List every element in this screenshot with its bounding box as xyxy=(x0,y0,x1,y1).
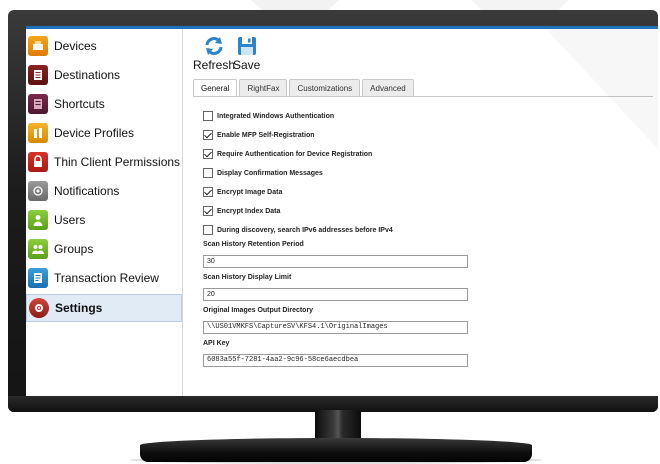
sidebar-item-label: Thin Client Permissions xyxy=(54,155,181,169)
tab-customizations[interactable]: Customizations xyxy=(289,79,361,97)
checkbox-label: Require Authentication for Device Regist… xyxy=(217,150,373,158)
sidebar-item-notifications[interactable]: Notifications xyxy=(26,178,182,204)
refresh-icon xyxy=(205,37,223,55)
scan-history-retention-input[interactable]: 30 xyxy=(203,255,468,268)
sidebar-item-device-profiles[interactable]: Device Profiles xyxy=(26,120,182,146)
sidebar-item-label: Groups xyxy=(54,242,94,256)
tab-divider xyxy=(193,96,653,97)
checkbox-label: Enable MFP Self-Registration xyxy=(217,131,315,139)
checkbox-label: Encrypt Image Data xyxy=(217,188,283,196)
devices-icon xyxy=(28,36,48,56)
refresh-label: Refresh xyxy=(193,58,236,72)
checkbox-row: Display Confirmation Messages xyxy=(203,168,323,178)
sidebar-item-label: Devices xyxy=(54,39,97,53)
settings-tabs: General RightFax Customizations Advanced xyxy=(193,79,416,97)
integrated-windows-auth-checkbox[interactable] xyxy=(203,111,213,121)
sidebar-item-label: Users xyxy=(54,213,86,227)
checkbox-row: Enable MFP Self-Registration xyxy=(203,130,315,140)
scan-history-display-limit-input[interactable]: 20 xyxy=(203,288,468,301)
checkbox-row: Encrypt Index Data xyxy=(203,206,280,216)
require-auth-device-registration-checkbox[interactable] xyxy=(203,149,213,159)
destinations-icon xyxy=(28,65,48,85)
ipv6-discovery-checkbox[interactable] xyxy=(203,225,213,235)
save-label: Save xyxy=(233,58,261,72)
transaction-review-icon xyxy=(28,268,48,288)
sidebar-item-label: Destinations xyxy=(54,68,121,82)
sidebar-item-shortcuts[interactable]: Shortcuts xyxy=(26,91,182,117)
sidebar-item-groups[interactable]: Groups xyxy=(26,236,182,262)
sidebar-item-transaction-review[interactable]: Transaction Review xyxy=(26,265,182,291)
groups-icon xyxy=(28,239,48,259)
shortcuts-icon xyxy=(28,94,48,114)
users-icon xyxy=(28,210,48,230)
monitor-frame: Devices Destinations Shortcuts Device Pr… xyxy=(8,10,658,412)
checkbox-row: Encrypt Image Data xyxy=(203,187,282,197)
monitor-stand-base xyxy=(140,438,532,462)
sidebar-item-label: Settings xyxy=(55,301,103,315)
tab-general[interactable]: General xyxy=(193,79,238,97)
checkbox-row: During discovery, search IPv6 addresses … xyxy=(203,225,393,235)
display-confirmation-messages-checkbox[interactable] xyxy=(203,168,213,178)
sidebar: Devices Destinations Shortcuts Device Pr… xyxy=(26,29,183,399)
original-images-output-directory-input[interactable]: \\US01VMKFS\CaptureSV\KFS4.1\OriginalIma… xyxy=(203,321,468,334)
encrypt-image-data-checkbox[interactable] xyxy=(203,187,213,197)
checkbox-label: Display Confirmation Messages xyxy=(217,169,323,177)
sidebar-item-devices[interactable]: Devices xyxy=(26,33,182,59)
checkbox-row: Integrated Windows Authentication xyxy=(203,111,334,121)
app-window: Devices Destinations Shortcuts Device Pr… xyxy=(26,26,658,399)
checkbox-label: Integrated Windows Authentication xyxy=(217,112,335,120)
save-icon xyxy=(237,37,256,55)
sidebar-item-destinations[interactable]: Destinations xyxy=(26,62,182,88)
scan-history-retention-label: Scan History Retention Period xyxy=(203,241,304,248)
api-key-label: API Key xyxy=(203,340,230,347)
settings-panel: Refresh Save General RightFax Customizat… xyxy=(183,29,658,399)
sidebar-item-users[interactable]: Users xyxy=(26,207,182,233)
sidebar-item-thin-client-permissions[interactable]: Thin Client Permissions xyxy=(26,149,182,175)
settings-icon xyxy=(29,298,49,318)
sidebar-item-settings[interactable]: Settings xyxy=(26,294,182,322)
tab-rightfax[interactable]: RightFax xyxy=(239,79,288,97)
original-images-output-directory-label: Original Images Output Directory xyxy=(203,307,314,314)
checkbox-label: During discovery, search IPv6 addresses … xyxy=(217,226,393,234)
device-profiles-icon xyxy=(28,123,48,143)
sidebar-item-label: Transaction Review xyxy=(54,271,159,285)
notifications-icon xyxy=(28,181,48,201)
lock-icon xyxy=(28,152,48,172)
save-button[interactable]: Save xyxy=(233,35,260,72)
refresh-button[interactable]: Refresh xyxy=(193,35,235,72)
checkbox-row: Require Authentication for Device Regist… xyxy=(203,149,372,159)
api-key-input[interactable]: 6083a55f-7281-4aa2-9c96-58ce6aecdbea xyxy=(203,354,468,367)
scan-history-display-limit-label: Scan History Display Limit xyxy=(203,274,292,281)
encrypt-index-data-checkbox[interactable] xyxy=(203,206,213,216)
sidebar-item-label: Device Profiles xyxy=(54,126,135,140)
sidebar-item-label: Shortcuts xyxy=(54,97,105,111)
tab-advanced[interactable]: Advanced xyxy=(362,79,414,97)
mfp-self-registration-checkbox[interactable] xyxy=(203,130,213,140)
sidebar-item-label: Notifications xyxy=(54,184,120,198)
checkbox-label: Encrypt Index Data xyxy=(217,207,281,215)
